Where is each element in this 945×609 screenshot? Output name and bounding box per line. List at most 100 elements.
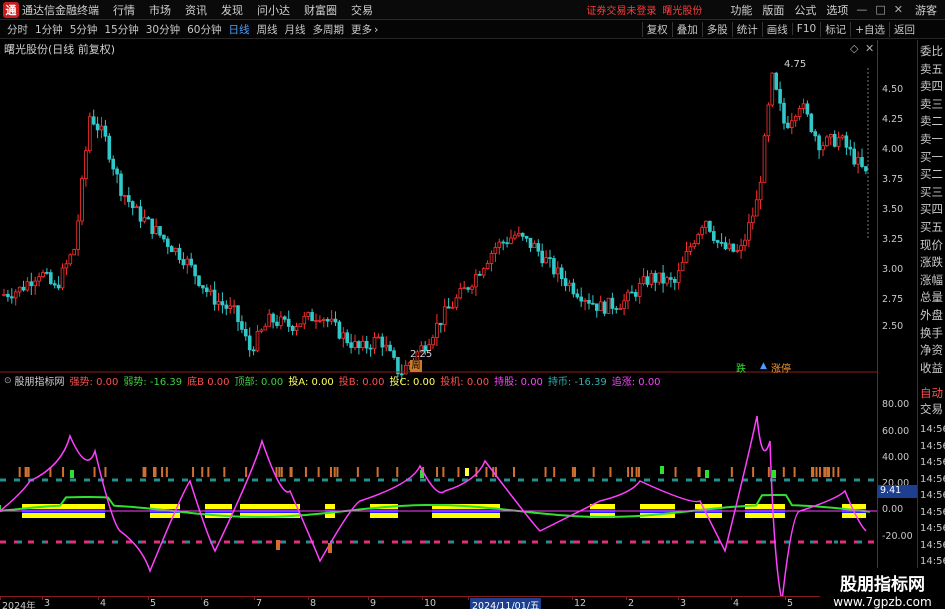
menu-trade[interactable]: 交易	[351, 2, 373, 18]
candle-body	[337, 321, 342, 339]
indicator-name[interactable]: 股朋指标网	[15, 373, 65, 388]
candle-body	[805, 103, 810, 115]
menu-options[interactable]: 选项	[826, 2, 848, 18]
candle-body	[708, 220, 712, 232]
candle-body	[614, 308, 619, 310]
candle-body	[279, 316, 283, 326]
candle-body	[747, 222, 751, 241]
candle-body	[552, 258, 556, 275]
date-tick-mark	[98, 597, 99, 600]
indicator-menu-icon[interactable]: ⊙	[4, 376, 12, 386]
candle-body	[357, 341, 361, 349]
guest-user[interactable]: 游客	[915, 2, 937, 18]
kline-chart-area[interactable]	[0, 40, 877, 596]
orange-tick	[782, 467, 785, 477]
menu-news[interactable]: 资讯	[185, 2, 207, 18]
orange-tick	[304, 467, 307, 477]
candle-body	[524, 235, 529, 239]
close-icon[interactable]: ✕	[894, 3, 903, 16]
candle-body	[774, 72, 778, 90]
app-window: 通 通达信金融终端 行情 市场 资讯 发现 问小达 财富圈 交易 证券交易未登录…	[0, 0, 945, 609]
settings-diamond-icon[interactable]: ◇	[850, 42, 858, 55]
candle-body	[610, 297, 615, 309]
candle-body	[25, 281, 30, 291]
orange-tick	[512, 467, 515, 477]
candle-body	[325, 319, 330, 322]
orange-tick	[592, 467, 595, 477]
trade-tab[interactable]: 交易	[920, 402, 945, 416]
tool-mark[interactable]: 标记	[820, 21, 850, 37]
candle-body	[727, 243, 732, 250]
tool-adjust[interactable]: 复权	[641, 21, 672, 37]
candle-body	[438, 322, 443, 326]
candle-body	[739, 245, 743, 251]
menu-layout[interactable]: 版面	[762, 2, 784, 18]
orange-tick	[245, 467, 248, 477]
candle-body	[267, 313, 271, 327]
orange-tick	[457, 467, 460, 477]
menu-discover[interactable]: 发现	[221, 2, 243, 18]
period-multi[interactable]: 多周期	[313, 22, 345, 37]
menu-function[interactable]: 功能	[730, 2, 752, 18]
candle-body	[462, 287, 466, 290]
period-intraday[interactable]: 分时	[7, 22, 28, 37]
candle-body	[446, 306, 451, 309]
orange-tick	[329, 467, 332, 477]
period-daily[interactable]: 日线	[229, 22, 250, 37]
broker-status[interactable]: 证券交易未登录	[586, 2, 656, 17]
orange-tick	[104, 467, 107, 477]
menu-ask[interactable]: 问小达	[257, 2, 290, 18]
date-tick: 6	[203, 598, 210, 609]
menu-formula[interactable]: 公式	[794, 2, 816, 18]
period-more[interactable]: 更多	[351, 22, 372, 37]
orange-tick	[752, 467, 755, 477]
candle-body	[813, 131, 817, 137]
candle-body	[836, 137, 841, 147]
candle-body	[21, 286, 26, 291]
period-5min[interactable]: 5分钟	[70, 22, 98, 37]
candle-body	[622, 300, 626, 309]
period-60min[interactable]: 60分钟	[187, 22, 221, 37]
tick-time: 14:56	[920, 490, 945, 501]
app-logo-icon: 通	[3, 1, 19, 18]
maximize-icon[interactable]: □	[875, 3, 885, 16]
candle-body	[801, 103, 806, 109]
menu-quotes[interactable]: 行情	[113, 2, 135, 18]
candle-body	[185, 258, 190, 266]
menu-wealth[interactable]: 财富圈	[304, 2, 337, 18]
tool-back[interactable]: 返回	[889, 21, 919, 37]
tool-add-watchlist[interactable]: +自选	[850, 21, 889, 37]
candle-body	[606, 297, 611, 314]
indicator-field: 投机: 0.00	[440, 377, 490, 388]
tool-draw[interactable]: 画线	[761, 21, 792, 37]
candle-body	[388, 344, 392, 352]
period-15min[interactable]: 15分钟	[104, 22, 138, 37]
auto-trade-toggle[interactable]: 自动	[920, 386, 945, 400]
minimize-icon[interactable]: —	[856, 3, 867, 16]
period-monthly[interactable]: 月线	[285, 22, 306, 37]
tick-time: 14:56	[920, 440, 945, 452]
candle-body	[396, 356, 400, 375]
candle-body	[731, 243, 736, 252]
menu-market[interactable]: 市场	[149, 2, 171, 18]
candle-body	[474, 273, 478, 288]
candle-body	[376, 336, 381, 339]
period-30min[interactable]: 30分钟	[146, 22, 180, 37]
period-weekly[interactable]: 周线	[257, 22, 278, 37]
price-tick: 2.50	[882, 321, 904, 332]
period-1min[interactable]: 1分钟	[35, 22, 63, 37]
tool-f10[interactable]: F10	[791, 23, 820, 35]
close-pane-icon[interactable]: ✕	[865, 42, 874, 55]
tool-overlay[interactable]: 叠加	[671, 21, 702, 37]
quote-label: 总量	[920, 290, 943, 305]
orange-tick	[544, 467, 547, 477]
candle-body	[723, 242, 728, 250]
date-tick: 5	[787, 598, 794, 609]
orange-tick	[276, 540, 280, 550]
candle-body	[282, 316, 287, 320]
candle-body	[790, 120, 794, 128]
orange-tick	[553, 467, 556, 477]
candle-body	[99, 125, 104, 131]
tool-statistics[interactable]: 统计	[731, 21, 762, 37]
tool-multi-stock[interactable]: 多股	[701, 21, 732, 37]
